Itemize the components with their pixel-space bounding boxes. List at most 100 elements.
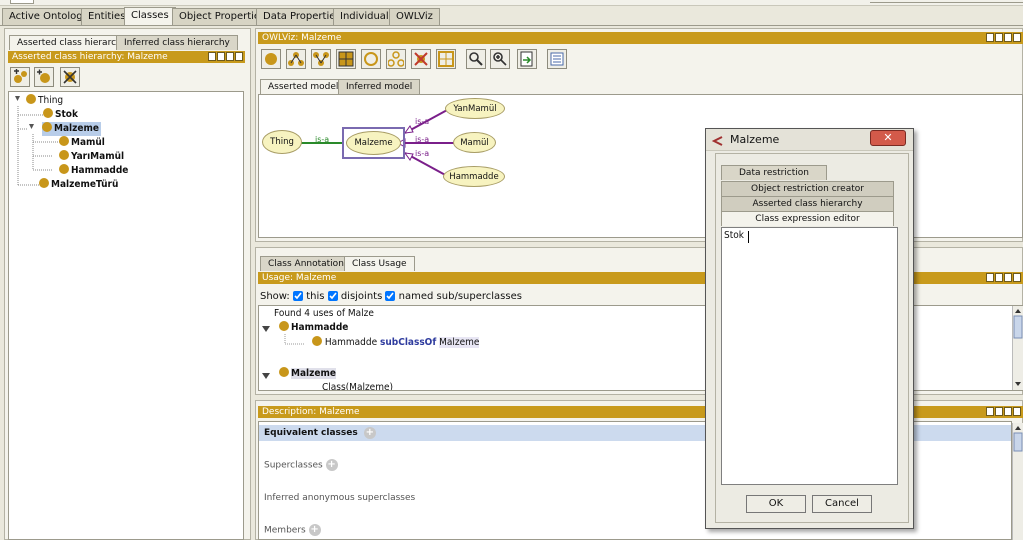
close-button[interactable]: ✕	[870, 130, 906, 146]
tab-data-restriction-creator[interactable]: Data restriction creator	[721, 165, 827, 192]
named-sub-superclasses-checkbox[interactable]	[385, 291, 396, 301]
superclasses-section: Superclasses +	[264, 459, 338, 471]
tree-node-hammadde[interactable]: Hammadde	[59, 164, 128, 178]
members-label: Members	[264, 525, 306, 536]
list-icon	[550, 52, 564, 66]
show-class-button[interactable]	[261, 49, 281, 69]
class-icon	[312, 336, 322, 346]
description-title: Description: Malzeme	[262, 407, 360, 417]
expand-triangle-icon[interactable]	[262, 370, 270, 379]
add-member-icon[interactable]: +	[308, 524, 321, 536]
add-equivalent-icon[interactable]: +	[363, 426, 376, 439]
tab-inferred-model[interactable]: Inferred model	[338, 79, 421, 94]
superclasses-label: Superclasses	[264, 460, 323, 471]
disjoints-checkbox[interactable]	[327, 291, 338, 301]
tree-node-yarimamul[interactable]: YarıMamül	[59, 150, 124, 164]
this-label: this	[306, 291, 325, 302]
subclasses-icon	[288, 52, 304, 66]
dialog-title: Malzeme	[730, 133, 780, 146]
tab-object-restriction-creator[interactable]: Object restriction creator	[721, 181, 894, 196]
view-icon[interactable]	[986, 33, 994, 42]
close-icon[interactable]	[1013, 273, 1021, 282]
tree-node-malzemeturu[interactable]: MalzemeTürü	[39, 178, 118, 192]
zoom-in-button[interactable]	[490, 49, 510, 69]
export-button[interactable]	[517, 49, 537, 69]
usage-scrollbar[interactable]	[1012, 306, 1023, 390]
close-icon[interactable]	[1013, 407, 1021, 416]
view-icon[interactable]	[986, 407, 994, 416]
view-icon[interactable]	[226, 52, 234, 61]
view-icon[interactable]	[1004, 273, 1012, 282]
close-icon[interactable]	[1013, 33, 1021, 42]
protege-icon	[712, 136, 723, 146]
ok-button[interactable]: OK	[746, 495, 806, 513]
close-icon[interactable]	[235, 52, 243, 61]
graph-node-thing[interactable]: Thing	[262, 130, 302, 154]
add-subclass-button[interactable]	[10, 67, 30, 87]
hide-class-button[interactable]	[361, 49, 381, 69]
hide-subclasses-button[interactable]	[386, 49, 406, 69]
graph-node-hammadde[interactable]: Hammadde	[443, 166, 505, 187]
view-icon[interactable]	[1004, 407, 1012, 416]
class-expression-editor-field[interactable]: Stok	[721, 227, 898, 485]
usage-axiom[interactable]: Hammadde subClassOf Malzeme	[312, 336, 480, 348]
class-icon	[59, 136, 69, 146]
tree-node-malzeme[interactable]: Malzeme	[42, 122, 101, 136]
tab-inferred-class-hierarchy[interactable]: Inferred class hierarchy	[116, 35, 238, 50]
edge-label: is-a	[315, 135, 330, 144]
view-icon[interactable]	[986, 273, 994, 282]
show-superclasses-button[interactable]	[311, 49, 331, 69]
owlviz-title-bar: OWLViz: Malzeme	[258, 32, 1023, 44]
view-icon[interactable]	[995, 33, 1003, 42]
delete-class-button[interactable]	[60, 67, 80, 87]
view-icon[interactable]	[217, 52, 225, 61]
view-icon[interactable]	[995, 273, 1003, 282]
cancel-button[interactable]: Cancel	[812, 495, 872, 513]
class-hierarchy-title-bar: Asserted class hierarchy: Malzeme	[8, 51, 245, 63]
tab-class-usage[interactable]: Class Usage	[344, 256, 415, 271]
hide-all-button[interactable]	[411, 49, 431, 69]
zoom-in-icon	[493, 52, 507, 66]
this-checkbox[interactable]	[293, 291, 303, 301]
layout-button[interactable]	[436, 49, 456, 69]
show-subclasses-button[interactable]	[286, 49, 306, 69]
expand-triangle-icon[interactable]	[262, 323, 270, 332]
usage-group-malzeme[interactable]: Malzeme	[279, 367, 336, 381]
graph-node-malzeme[interactable]: Malzeme	[346, 131, 401, 155]
usage-group-hammadde[interactable]: Hammadde	[279, 321, 348, 335]
hide-all-icon	[414, 52, 428, 66]
add-sibling-button[interactable]	[34, 67, 54, 87]
tab-classes[interactable]: Classes	[124, 7, 176, 25]
tree-node-mamul[interactable]: Mamül	[59, 136, 105, 150]
tree-node-stok[interactable]: Stok	[43, 108, 78, 122]
zoom-icon	[469, 52, 483, 66]
tab-asserted-model[interactable]: Asserted model	[260, 79, 347, 94]
circle-outline-icon	[364, 52, 378, 66]
view-icon[interactable]	[995, 407, 1003, 416]
class-icon	[279, 367, 289, 377]
class-icon	[26, 94, 36, 104]
class-hierarchy-title: Asserted class hierarchy: Malzeme	[12, 52, 168, 62]
text-cursor	[748, 231, 749, 243]
tab-owlviz[interactable]: OWLViz	[389, 8, 440, 25]
close-icon: ✕	[883, 131, 893, 144]
disjoints-label: disjoints	[340, 291, 383, 302]
show-all-classes-button[interactable]	[336, 49, 356, 69]
add-superclass-icon[interactable]: +	[325, 459, 338, 471]
view-icon[interactable]	[208, 52, 216, 61]
zoom-out-button[interactable]	[466, 49, 486, 69]
equivalent-classes-label: Equivalent classes	[264, 428, 358, 438]
class-expression-dialog: Malzeme ✕ Data restriction creator Objec…	[705, 128, 914, 529]
tree-node-thing[interactable]: Thing	[26, 94, 63, 108]
tab-asserted-class-hierarchy[interactable]: Asserted class hierarchy	[721, 196, 894, 211]
superclasses-icon	[313, 52, 329, 66]
view-icon[interactable]	[1004, 33, 1012, 42]
description-scrollbar[interactable]	[1012, 423, 1023, 540]
graph-node-yanmamul[interactable]: YanMamül	[445, 98, 505, 119]
tab-class-expression-editor[interactable]: Class expression editor	[721, 211, 894, 226]
tab-class-annotations[interactable]: Class Annotations	[260, 256, 357, 271]
usage-title: Usage: Malzeme	[262, 273, 337, 283]
graph-node-mamul[interactable]: Mamül	[453, 132, 496, 153]
options-button[interactable]	[547, 49, 567, 69]
add-subclass-icon	[14, 69, 27, 83]
